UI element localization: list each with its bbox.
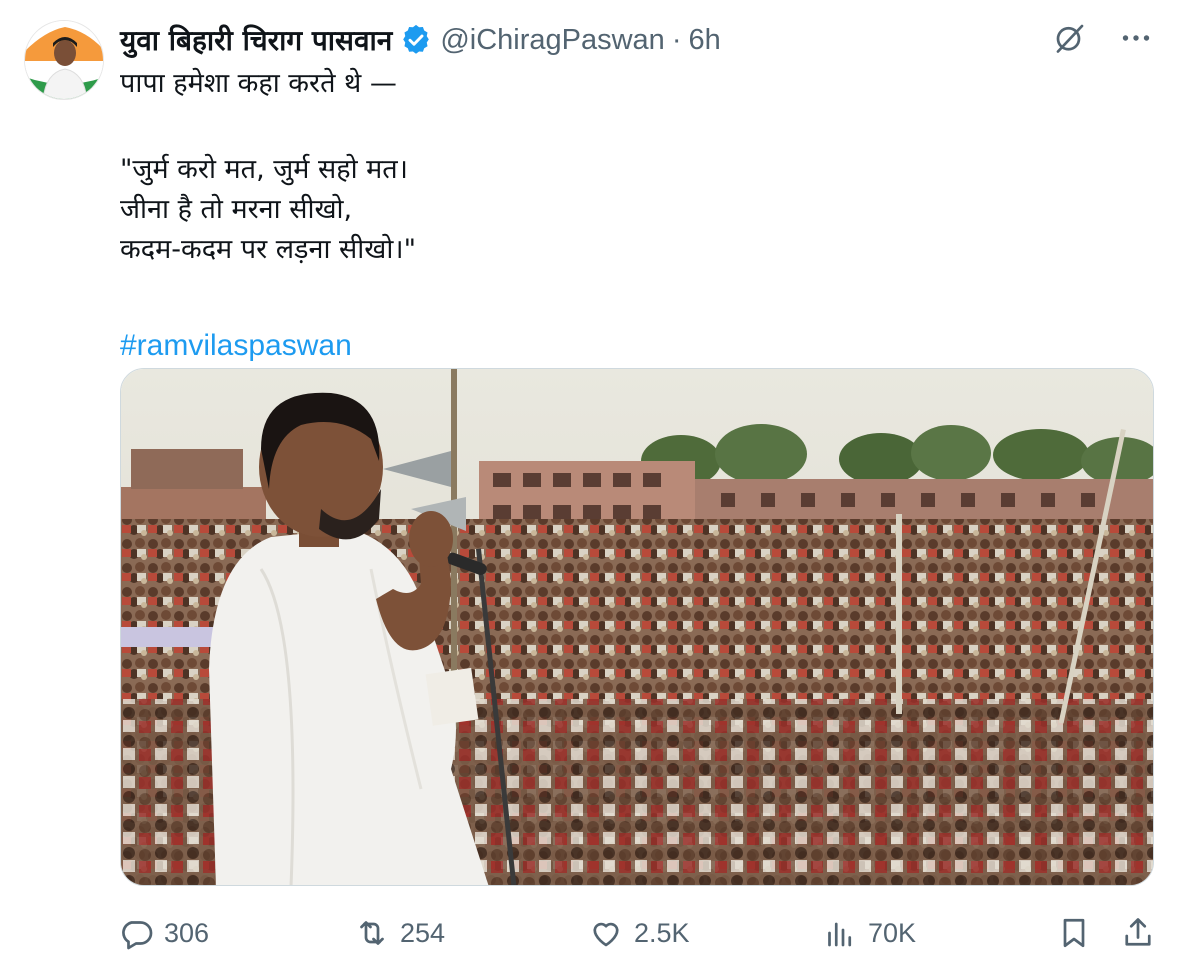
tweet-timestamp[interactable]: 6h: [688, 24, 720, 57]
share-icon: [1125, 918, 1151, 946]
verified-badge-icon: [400, 24, 432, 56]
tweet-text: पापा हमेशा कहा करते थे — "जुर्म करो मत, …: [120, 64, 1140, 366]
author-display-name[interactable]: युवा बिहारी चिराग पासवान: [120, 21, 392, 59]
author-avatar[interactable]: [24, 20, 104, 100]
retweet-button[interactable]: 254: [354, 906, 445, 960]
like-count: 2.5K: [634, 917, 690, 948]
reply-count: 306: [164, 917, 210, 948]
bookmark-button[interactable]: [1056, 906, 1092, 960]
grok-icon[interactable]: [1052, 18, 1088, 58]
heart-icon: [593, 922, 619, 947]
reply-icon: [122, 921, 153, 950]
tweet-text-line: पापा हमेशा कहा करते थे —: [120, 68, 397, 99]
share-button[interactable]: [1120, 906, 1156, 960]
author-handle[interactable]: @iChiragPaswan: [440, 24, 664, 57]
reply-button[interactable]: 306: [118, 906, 209, 960]
views-count: 70K: [868, 917, 917, 948]
top-actions: [1052, 18, 1154, 58]
tweet-text-line: "जुर्म करो मत, जुर्म सहो मत।: [120, 154, 408, 185]
like-button[interactable]: 2.5K: [588, 906, 690, 960]
views-icon: [828, 922, 852, 947]
retweet-icon: [360, 921, 384, 945]
retweet-count: 254: [400, 917, 446, 948]
tweet-media-image[interactable]: [120, 368, 1154, 886]
views-button[interactable]: 70K: [822, 906, 916, 960]
hashtag-link[interactable]: #ramvilaspaswan: [120, 326, 1140, 366]
avatar-image: [25, 21, 103, 99]
tweet-action-bar: 306 254 2.5K 70K: [118, 906, 1158, 960]
more-icon[interactable]: [1118, 18, 1154, 58]
tweet-header: युवा बिहारी चिराग पासवान @iChiragPaswan …: [120, 18, 721, 62]
tweet-text-line: जीना है तो मरना सीखो,: [120, 194, 353, 225]
tweet-text-line: कदम-कदम पर लड़ना सीखो।": [120, 234, 417, 265]
bookmark-icon: [1063, 918, 1085, 948]
header-separator: ·: [671, 23, 682, 56]
